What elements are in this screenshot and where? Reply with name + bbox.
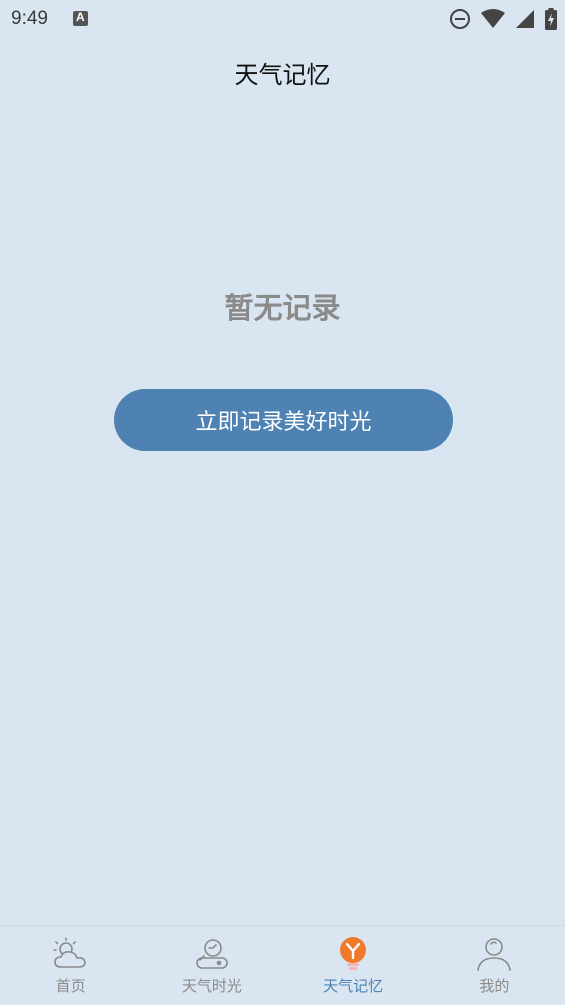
tab-home-label: 首页 xyxy=(55,977,86,995)
bottom-tab-bar: 首页 天气时光 天气记忆 我的 xyxy=(0,925,565,1005)
signal-icon xyxy=(516,10,534,28)
status-time: 9:49 xyxy=(11,8,48,29)
do-not-disturb-icon xyxy=(450,9,470,29)
tab-weather-memory-label: 天气记忆 xyxy=(323,977,384,995)
page-title: 天气记忆 xyxy=(234,61,331,89)
status-bar: 9:49 A xyxy=(0,0,565,38)
notification-icon: A xyxy=(73,10,88,26)
battery-icon xyxy=(545,8,557,30)
tab-weather-time[interactable]: 天气时光 xyxy=(141,926,282,1005)
weather-cloud-sun-icon xyxy=(52,937,86,968)
empty-state-text: 暂无记录 xyxy=(224,291,341,325)
weather-time-icon xyxy=(196,939,228,969)
status-icons xyxy=(449,8,557,30)
notification-letter: A xyxy=(76,10,85,24)
lightbulb-icon xyxy=(340,937,367,970)
user-icon xyxy=(477,938,512,971)
wifi-icon xyxy=(481,9,505,28)
record-moment-button[interactable]: 立即记录美好时光 xyxy=(114,389,453,451)
tab-weather-memory[interactable]: 天气记忆 xyxy=(283,926,424,1005)
tab-profile-label: 我的 xyxy=(479,977,510,995)
tab-profile[interactable]: 我的 xyxy=(424,926,565,1005)
tab-home[interactable]: 首页 xyxy=(0,926,141,1005)
tab-weather-time-label: 天气时光 xyxy=(181,977,242,995)
